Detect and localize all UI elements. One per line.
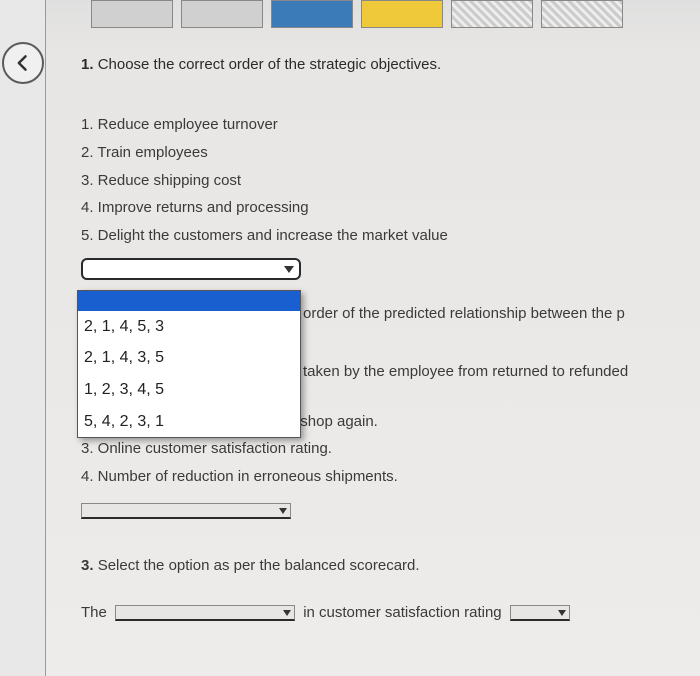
question-page: 1. Choose the correct order of the strat…	[45, 0, 700, 676]
strip-cell	[451, 0, 533, 28]
dropdown-option[interactable]	[78, 291, 300, 311]
q2-dropdown[interactable]	[81, 503, 291, 519]
objective-item: 2. Train employees	[81, 139, 675, 167]
objectives-list: 1. Reduce employee turnover 2. Train emp…	[81, 111, 675, 290]
q2-intro-text: order of the predicted relationship betw…	[303, 300, 625, 328]
dropdown-option[interactable]: 1, 2, 3, 4, 5	[78, 374, 300, 406]
dropdown-option[interactable]: 5, 4, 2, 3, 1	[78, 406, 300, 438]
back-button[interactable]	[2, 42, 44, 84]
question-number: 1.	[81, 56, 94, 73]
strip-cell	[91, 0, 173, 28]
objective-item: 5. Delight the customers and increase th…	[81, 222, 675, 250]
objective-item: 1. Reduce employee turnover	[81, 111, 675, 139]
question-1-title: 1. Choose the correct order of the strat…	[81, 56, 675, 73]
q1-select-wrap: 2, 1, 4, 5, 3 2, 1, 4, 3, 5 1, 2, 3, 4, …	[81, 258, 301, 280]
q3-text-mid: in customer satisfaction rating	[303, 604, 501, 621]
q3-dropdown-2[interactable]	[510, 605, 570, 621]
dropdown-option[interactable]: 2, 1, 4, 3, 5	[78, 342, 300, 374]
q3-sentence: The in customer satisfaction rating	[81, 604, 675, 621]
q1-dropdown[interactable]	[81, 258, 301, 280]
dropdown-option[interactable]: 2, 1, 4, 5, 3	[78, 311, 300, 343]
question-3-block: 3. Select the option as per the balanced…	[81, 557, 675, 621]
question-prompt: Choose the correct order of the strategi…	[98, 56, 442, 73]
strip-cell	[361, 0, 443, 28]
q2-line1-text: taken by the employee from returned to r…	[303, 358, 628, 386]
q2-line: 3. Online customer satisfaction rating.	[81, 435, 675, 463]
question-prompt: Select the option as per the balanced sc…	[98, 557, 420, 574]
objective-item: 3. Reduce shipping cost	[81, 167, 675, 195]
strip-cell	[541, 0, 623, 28]
q3-text-pre: The	[81, 604, 107, 621]
q3-dropdown-1[interactable]	[115, 605, 295, 621]
top-strip	[91, 0, 675, 30]
q2-line: 4. Number of reduction in erroneous ship…	[81, 463, 675, 491]
objective-item: 4. Improve returns and processing	[81, 194, 675, 222]
strip-cell	[271, 0, 353, 28]
chevron-left-icon	[13, 53, 33, 73]
strip-cell	[181, 0, 263, 28]
question-number: 3.	[81, 557, 94, 574]
q1-dropdown-list: 2, 1, 4, 5, 3 2, 1, 4, 3, 5 1, 2, 3, 4, …	[77, 290, 301, 438]
